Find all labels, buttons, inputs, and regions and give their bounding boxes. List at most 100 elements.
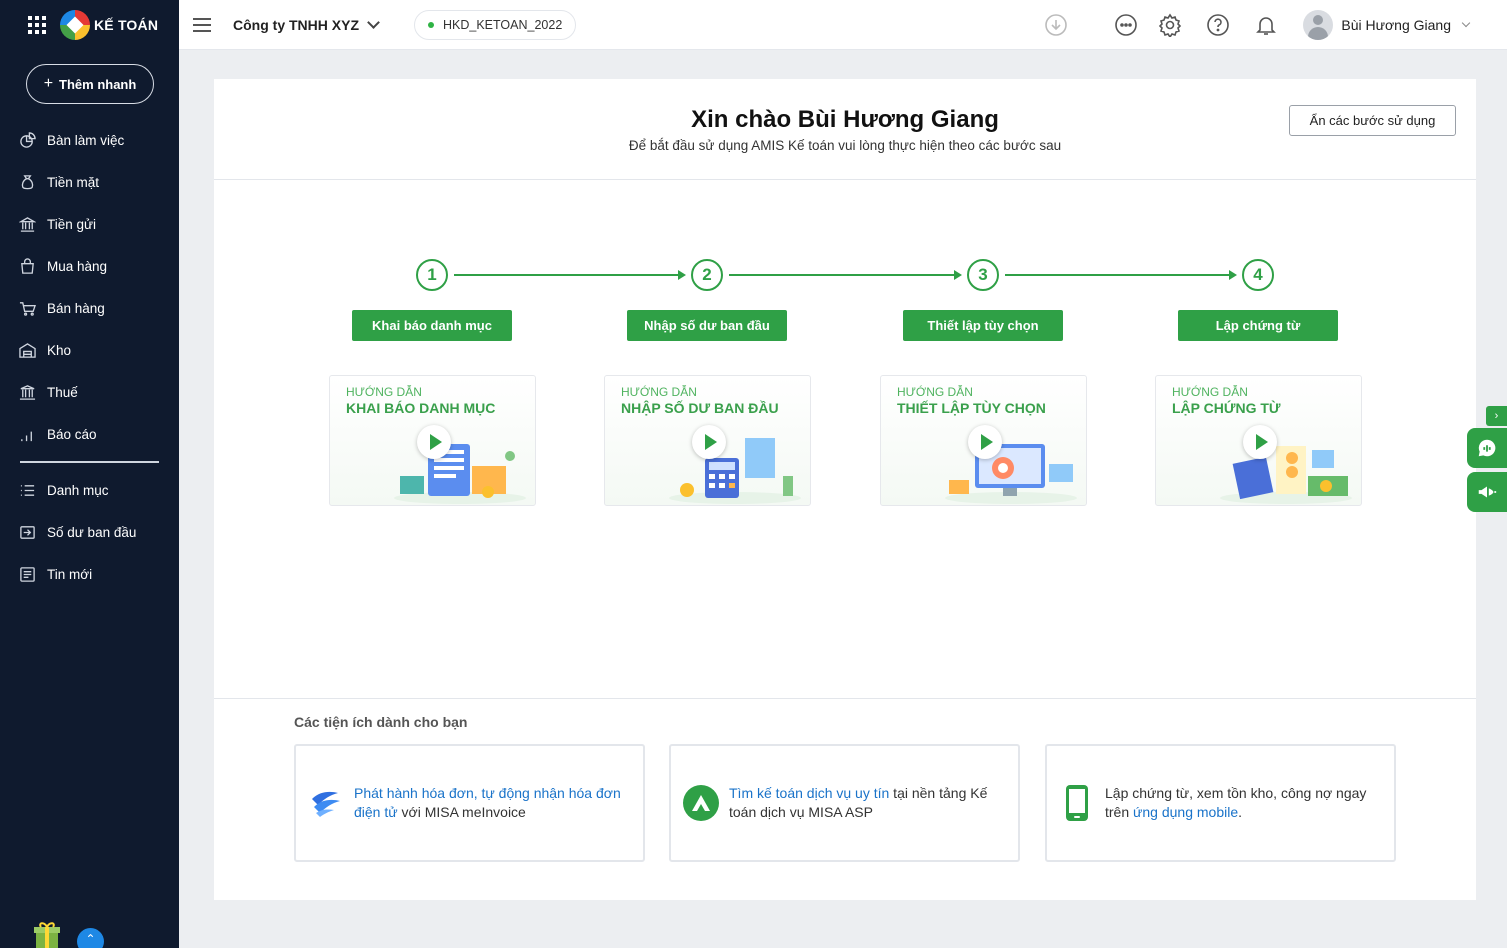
video-kicker: HƯỚNG DẪN bbox=[621, 385, 697, 399]
video-kicker: HƯỚNG DẪN bbox=[346, 385, 422, 399]
expand-side-tabs-button[interactable]: › bbox=[1486, 406, 1507, 426]
cart-icon bbox=[18, 299, 36, 317]
company-name: Công ty TNHH XYZ bbox=[233, 16, 359, 33]
sidebar-nav: Bàn làm việc Tiền mặt Tiền gửi Mua hàng … bbox=[0, 119, 179, 595]
shopping-bag-icon bbox=[18, 257, 36, 275]
video-title: LẬP CHỨNG TỪ bbox=[1172, 400, 1281, 416]
step-number-1: 1 bbox=[416, 259, 448, 291]
menu-toggle-icon[interactable] bbox=[193, 17, 211, 32]
sidebar-item-mua-hang[interactable]: Mua hàng bbox=[0, 245, 179, 287]
sidebar-item-label: Mua hàng bbox=[47, 258, 108, 274]
step-connector-arrow bbox=[729, 270, 962, 280]
company-selector[interactable]: Công ty TNHH XYZ bbox=[233, 15, 380, 33]
sidebar-item-kho[interactable]: Kho bbox=[0, 329, 179, 371]
mobile-app-card[interactable]: Lập chứng từ, xem tồn kho, công nợ ngay … bbox=[1045, 744, 1396, 862]
welcome-title: Xin chào Bùi Hương Giang bbox=[691, 106, 999, 133]
welcome-section: Xin chào Bùi Hương Giang Để bắt đầu sử d… bbox=[214, 79, 1476, 180]
utilities-section: Các tiện ích dành cho bạn Phát hành hóa … bbox=[214, 698, 1476, 900]
sidebar-item-label: Báo cáo bbox=[47, 426, 97, 442]
quick-add-button[interactable]: + Thêm nhanh bbox=[26, 64, 154, 104]
gear-icon[interactable] bbox=[1157, 12, 1183, 38]
video-kicker: HƯỚNG DẪN bbox=[1172, 385, 1248, 399]
guide-video-2[interactable]: HƯỚNG DẪN NHẬP SỐ DƯ BAN ĐẦU bbox=[604, 375, 811, 506]
chevron-right-icon: › bbox=[1494, 410, 1499, 422]
mobile-phone-icon bbox=[1057, 783, 1097, 823]
bank-icon bbox=[18, 215, 36, 233]
news-icon bbox=[18, 565, 36, 583]
play-icon[interactable] bbox=[417, 425, 451, 459]
step-number-2: 2 bbox=[691, 259, 723, 291]
opening-balance-icon bbox=[18, 523, 36, 541]
sidebar-item-danh-muc[interactable]: Danh mục bbox=[0, 469, 179, 511]
bell-icon[interactable] bbox=[1253, 12, 1279, 38]
sidebar-header: KẾ TOÁN bbox=[0, 0, 179, 50]
meinvoice-card[interactable]: Phát hành hóa đơn, tự động nhận hóa đơn … bbox=[294, 744, 645, 862]
sidebar-item-so-du-ban-dau[interactable]: Số dư ban đầu bbox=[0, 511, 179, 553]
chevron-up-icon: ⌃ bbox=[85, 932, 96, 946]
video-title: THIẾT LẬP TÙY CHỌN bbox=[897, 400, 1046, 416]
announcement-button[interactable] bbox=[1467, 472, 1507, 512]
sidebar-item-ban-hang[interactable]: Bán hàng bbox=[0, 287, 179, 329]
step-number-4: 4 bbox=[1242, 259, 1274, 291]
top-header: Công ty TNHH XYZ HKD_KETOAN_2022 Bùi Hươ… bbox=[179, 0, 1507, 50]
warehouse-icon bbox=[18, 341, 36, 359]
database-name: HKD_KETOAN_2022 bbox=[443, 17, 563, 32]
download-icon[interactable] bbox=[1043, 12, 1069, 38]
app-grid-icon[interactable] bbox=[28, 16, 46, 34]
megaphone-icon bbox=[1478, 486, 1497, 498]
meinvoice-text: Phát hành hóa đơn, tự động nhận hóa đơn … bbox=[354, 784, 633, 822]
calculator-illustration-icon bbox=[669, 438, 801, 504]
misa-asp-link[interactable]: Tìm kế toán dịch vụ uy tín bbox=[729, 785, 889, 801]
sidebar-item-label: Bán hàng bbox=[47, 300, 105, 316]
step-4-button[interactable]: Lập chứng từ bbox=[1178, 310, 1338, 341]
chat-support-button[interactable] bbox=[1467, 428, 1507, 468]
logo-icon bbox=[60, 10, 90, 40]
database-badge[interactable]: HKD_KETOAN_2022 bbox=[414, 9, 577, 40]
step-2-button[interactable]: Nhập số dư ban đầu bbox=[627, 310, 787, 341]
chevron-down-icon bbox=[367, 15, 380, 29]
video-title: KHAI BÁO DANH MỤC bbox=[346, 400, 496, 416]
guide-video-3[interactable]: HƯỚNG DẪN THIẾT LẬP TÙY CHỌN bbox=[880, 375, 1087, 506]
play-icon[interactable] bbox=[1243, 425, 1277, 459]
guide-video-4[interactable]: HƯỚNG DẪN LẬP CHỨNG TỪ bbox=[1155, 375, 1362, 506]
sidebar-item-label: Bàn làm việc bbox=[47, 132, 125, 148]
header-actions: Bùi Hương Giang bbox=[1043, 0, 1507, 50]
sidebar-item-tien-gui[interactable]: Tiền gửi bbox=[0, 203, 179, 245]
quick-add-label: Thêm nhanh bbox=[59, 76, 137, 92]
sidebar-item-tien-mat[interactable]: Tiền mặt bbox=[0, 161, 179, 203]
user-menu[interactable]: Bùi Hương Giang bbox=[1303, 10, 1471, 40]
mobile-app-text: Lập chứng từ, xem tồn kho, công nợ ngay … bbox=[1105, 784, 1384, 822]
help-icon[interactable] bbox=[1205, 12, 1231, 38]
play-icon[interactable] bbox=[692, 425, 726, 459]
step-connector-arrow bbox=[1005, 270, 1237, 280]
meinvoice-logo-icon bbox=[306, 783, 346, 823]
steps-section: 1 2 3 4 Khai báo danh mục Nhập số dư ban… bbox=[214, 259, 1476, 699]
gift-icon[interactable] bbox=[34, 920, 60, 948]
step-1-button[interactable]: Khai báo danh mục bbox=[352, 310, 512, 341]
scroll-up-button[interactable]: ⌃ bbox=[77, 928, 104, 948]
sidebar-item-thue[interactable]: Thuế bbox=[0, 371, 179, 413]
mobile-app-suffix: . bbox=[1238, 804, 1243, 820]
tax-building-icon bbox=[18, 383, 36, 401]
sidebar-item-tin-moi[interactable]: Tin mới bbox=[0, 553, 179, 595]
sidebar-item-label: Tiền gửi bbox=[47, 216, 97, 232]
step-3-button[interactable]: Thiết lập tùy chọn bbox=[903, 310, 1063, 341]
sidebar-item-ban-lam-viec[interactable]: Bàn làm việc bbox=[0, 119, 179, 161]
hide-steps-button[interactable]: Ẩn các bước sử dụng bbox=[1289, 105, 1456, 136]
avatar bbox=[1303, 10, 1334, 40]
step-number-3: 3 bbox=[967, 259, 999, 291]
sidebar-item-label: Số dư ban đầu bbox=[47, 524, 137, 540]
more-options-icon[interactable] bbox=[1113, 12, 1139, 38]
misa-asp-card[interactable]: Tìm kế toán dịch vụ uy tín tại nền tảng … bbox=[669, 744, 1020, 862]
list-icon bbox=[18, 481, 36, 499]
welcome-subtitle: Để bắt đầu sử dụng AMIS Kế toán vui lòng… bbox=[628, 138, 1062, 153]
sidebar-divider bbox=[20, 461, 159, 463]
play-icon[interactable] bbox=[968, 425, 1002, 459]
logo-text: KẾ TOÁN bbox=[94, 17, 159, 33]
getting-started-panel: Xin chào Bùi Hương Giang Để bắt đầu sử d… bbox=[214, 79, 1476, 900]
guide-video-1[interactable]: HƯỚNG DẪN KHAI BÁO DANH MỤC bbox=[329, 375, 536, 506]
sidebar-item-bao-cao[interactable]: Báo cáo bbox=[0, 413, 179, 455]
mobile-app-link[interactable]: ứng dụng mobile bbox=[1133, 804, 1238, 820]
utilities-title: Các tiện ích dành cho bạn bbox=[294, 714, 468, 730]
misa-asp-logo-icon bbox=[681, 783, 721, 823]
